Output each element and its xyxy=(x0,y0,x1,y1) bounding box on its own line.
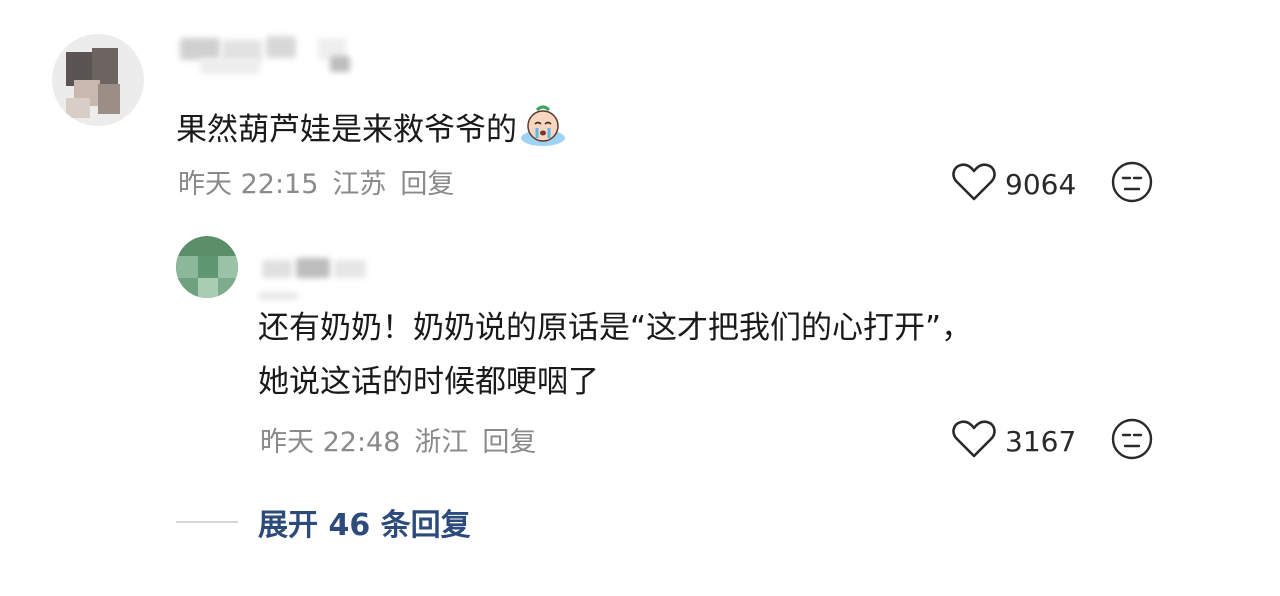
comment-text: 果然葫芦娃是来救爷爷的 xyxy=(176,104,567,150)
avatar[interactable] xyxy=(52,34,144,126)
divider-line xyxy=(176,521,238,523)
expand-replies-label: 展开 46 条回复 xyxy=(258,508,471,543)
crying-face-emoji-icon xyxy=(519,104,567,148)
like-button[interactable]: 3167 xyxy=(951,419,1076,463)
reply-button[interactable]: 回复 xyxy=(400,162,454,201)
avatar[interactable] xyxy=(176,236,238,298)
comment-body-line-1: 还有奶奶！奶奶说的原话是“这才把我们的心打开”， xyxy=(258,310,973,346)
neutral-face-icon[interactable] xyxy=(1110,160,1154,208)
heart-outline-icon xyxy=(951,162,997,206)
comment-text: 还有奶奶！奶奶说的原话是“这才把我们的心打开”， 她说这话的时候都哽咽了 xyxy=(258,308,972,402)
like-count: 9064 xyxy=(1005,167,1077,201)
heart-outline-icon xyxy=(951,419,997,463)
comment-body-line-2: 她说这话的时候都哽咽了 xyxy=(258,364,599,400)
comment-location: 浙江 xyxy=(414,427,469,458)
comment-meta: 昨天 22:48 浙江 回复 xyxy=(260,420,536,459)
comment-body: 果然葫芦娃是来救爷爷的 xyxy=(176,112,517,148)
comment-time: 昨天 22:48 xyxy=(260,427,401,458)
expand-replies-button[interactable]: 展开 46 条回复 xyxy=(176,500,471,544)
comment-location: 江苏 xyxy=(332,169,387,200)
comment-time: 昨天 22:15 xyxy=(178,169,319,200)
like-button[interactable]: 9064 xyxy=(951,162,1076,206)
comment-meta: 昨天 22:15 江苏 回复 xyxy=(178,162,454,201)
reply-button[interactable]: 回复 xyxy=(482,420,536,459)
neutral-face-icon[interactable] xyxy=(1110,417,1154,465)
like-count: 3167 xyxy=(1005,424,1077,458)
